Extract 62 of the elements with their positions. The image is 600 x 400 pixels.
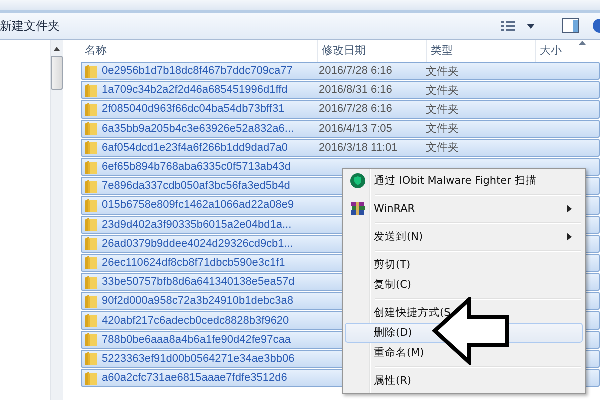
- file-type: 文件夹: [426, 84, 459, 98]
- file-type: 文件夹: [426, 64, 459, 79]
- file-name: 23d9d402a3f90335b6015a2e04bd1a...: [102, 218, 292, 231]
- file-name: 90f2d000a958c72a3b24910b1debc3a8: [102, 295, 294, 308]
- column-header[interactable]: 大小: [536, 40, 600, 62]
- file-row[interactable]: 2f085040d963f66dc04ba54db73bff31 2016/7/28 6:16 文件夹: [81, 100, 600, 119]
- folder-icon: [84, 102, 98, 117]
- new-folder-button[interactable]: 新建文件夹: [0, 14, 62, 38]
- books-icon: [350, 201, 366, 217]
- folder-icon: [84, 160, 98, 175]
- file-name: 5223363ef91d00b0564271e34ae3bb06: [102, 352, 295, 365]
- file-row[interactable]: 0e2956b1d7b18dc8f467b7ddc709ca77 2016/7/28 6:16 文件夹: [81, 62, 600, 80]
- folder-icon: [84, 332, 98, 348]
- menu-item[interactable]: 剪切(T): [345, 255, 583, 275]
- folder-icon: [84, 140, 98, 156]
- modified-date: 2016/3/18 11:01: [319, 142, 398, 154]
- file-row[interactable]: 6af054dcd1e23f4a6f266b1dd9dad7a0 2016/3/18 11:01 文件夹: [81, 138, 600, 157]
- dropdown-arrow-icon[interactable]: [526, 22, 536, 30]
- file-name: 0e2956b1d7b18dc8f467b7ddc709ca77: [102, 65, 293, 78]
- modified-date: 2016/4/13 7:05: [319, 122, 392, 135]
- file-name: 6ef65b894b768aba6335c0f5713ab43d: [102, 161, 292, 174]
- file-name: 2f085040d963f66dc04ba54db73bff31: [102, 103, 285, 116]
- folder-icon: [84, 274, 98, 290]
- submenu-arrow-icon: [567, 233, 572, 241]
- preview-pane-icon[interactable]: [562, 18, 580, 34]
- folder-icon: [84, 351, 98, 366]
- folder-icon: [84, 64, 98, 79]
- folder-icon: [84, 217, 98, 232]
- file-name: 33be50757bfb8d6a641340138e5ea57d: [102, 276, 295, 288]
- folder-icon: [84, 198, 98, 213]
- scroll-thumb[interactable]: [51, 56, 63, 90]
- folder-icon: [84, 236, 98, 252]
- folder-icon: [84, 178, 98, 194]
- folder-icon: [84, 313, 98, 328]
- folder-icon: [84, 82, 98, 98]
- file-type: 文件夹: [426, 122, 459, 136]
- file-name: 6af054dcd1e23f4a6f266b1dd9dad7a0: [102, 142, 288, 154]
- file-name: 6a35bb9a205b4c3e63926e52a832a6...: [102, 122, 294, 135]
- file-type: 文件夹: [426, 102, 459, 117]
- file-name: 788b0be6aaa8a4b6a1fe90d42fe97caa: [102, 334, 292, 346]
- file-name: 26ec110624df8cb8f71dbcb590e3c1f1: [102, 256, 286, 269]
- folder-icon: [84, 121, 98, 136]
- file-type: 文件夹: [426, 140, 459, 156]
- scrollbar[interactable]: [50, 40, 63, 400]
- file-name: 1a709c34b2a2f2d46a685451996d1ffd: [102, 84, 288, 96]
- folder-icon: [84, 294, 98, 309]
- file-row[interactable]: 1a709c34b2a2f2d46a685451996d1ffd 2016/8/31 6:16 文件夹: [81, 81, 600, 100]
- submenu-arrow-icon: [567, 205, 572, 213]
- view-list-icon[interactable]: [500, 19, 516, 33]
- modified-date: 2016/7/28 6:16: [319, 103, 392, 116]
- file-name: 015b6758e809fc1462a1066ad22a08e9: [102, 199, 294, 212]
- folder-icon: [84, 255, 98, 270]
- modified-date: 2016/8/31 6:16: [319, 84, 392, 96]
- file-name: a60a2cfc731ae6815aaae7fdfe3512d6: [102, 372, 288, 384]
- help-icon[interactable]: [590, 18, 600, 34]
- file-name: 420abf217c6adecb0cedc8828b3f9620: [102, 314, 290, 327]
- file-name: 7e896da337cdb050af3bc56fa3ed5b4d: [102, 180, 290, 192]
- file-row[interactable]: 6a35bb9a205b4c3e63926e52a832a6... 2016/4/13 7:05 文件夹: [81, 120, 600, 138]
- folder-icon: [84, 370, 98, 386]
- file-name: 26ad0379b9ddee4024d29326cd9cb1...: [102, 238, 294, 250]
- modified-date: 2016/7/28 6:16: [319, 65, 392, 78]
- shield-icon: [350, 173, 366, 189]
